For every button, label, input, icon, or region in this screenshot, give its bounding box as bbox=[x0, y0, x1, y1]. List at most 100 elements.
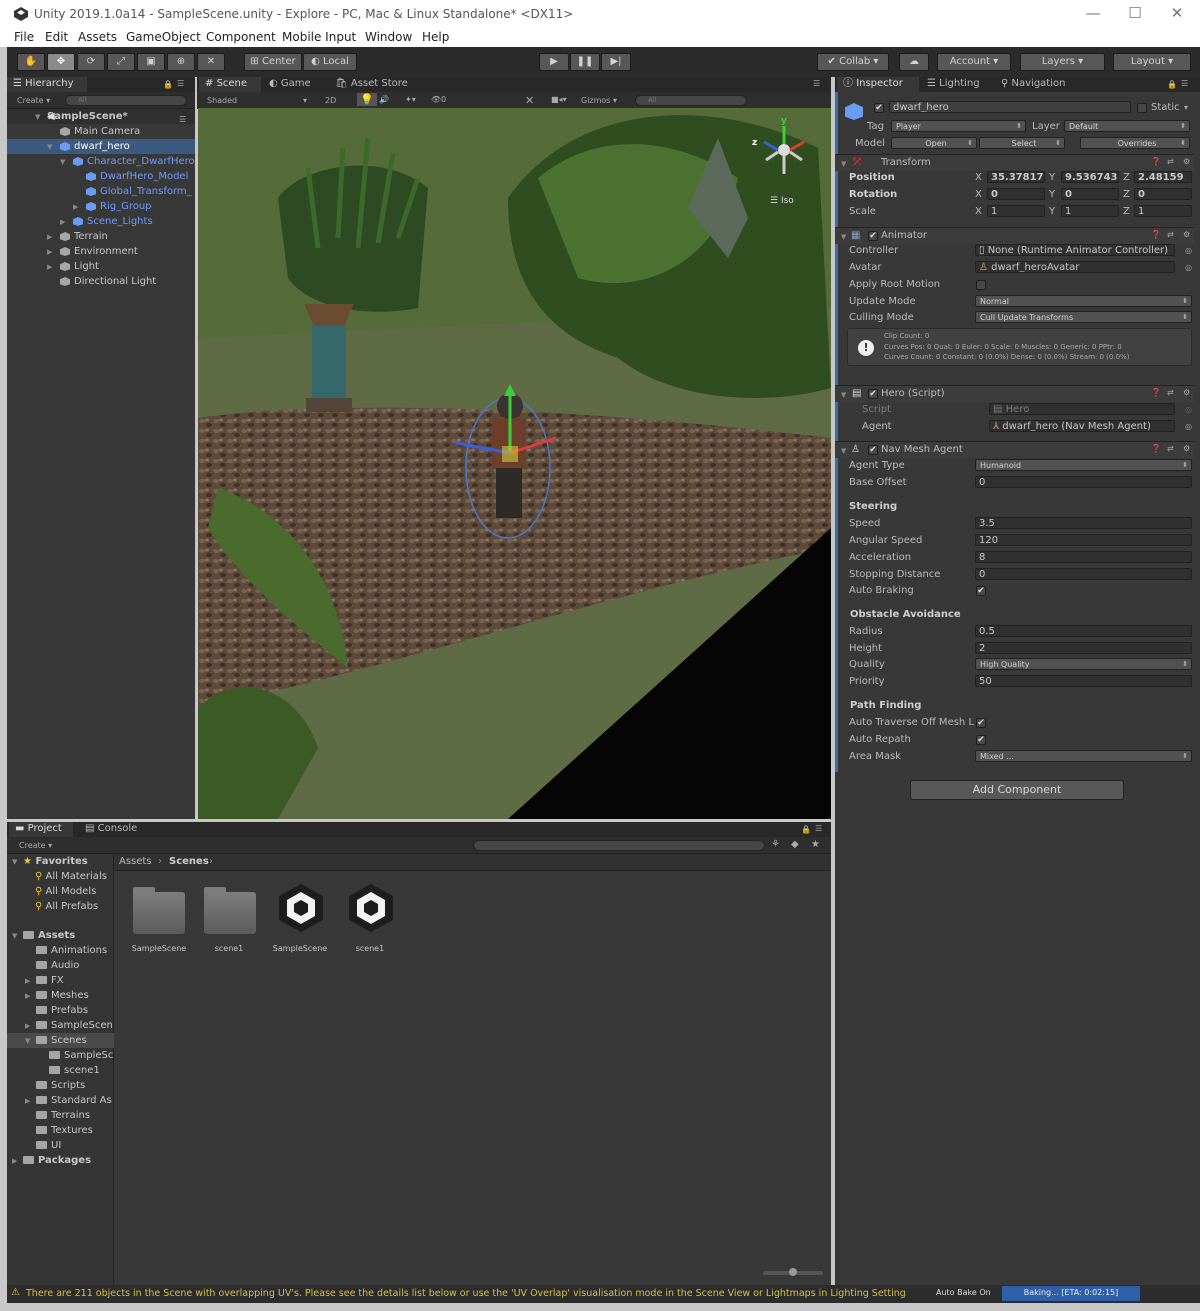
tab-navigation[interactable]: ⚲ Navigation bbox=[995, 77, 1075, 92]
fold-icon[interactable]: ▼ bbox=[25, 1037, 30, 1045]
help-icon[interactable]: ❓ bbox=[1151, 157, 1161, 166]
lock-icon[interactable]: 🔒 bbox=[801, 825, 811, 834]
rotation-x-field[interactable]: 0 bbox=[987, 188, 1045, 200]
object-picker-icon[interactable]: ◎ bbox=[1185, 263, 1192, 272]
2d-toggle[interactable]: 2D bbox=[325, 96, 336, 105]
fold-icon[interactable]: ▶ bbox=[25, 992, 30, 1000]
fold-icon[interactable]: ▶ bbox=[47, 263, 52, 271]
status-message[interactable]: There are 211 objects in the Scene with … bbox=[26, 1288, 906, 1299]
preset-icon[interactable]: ⇄ bbox=[1167, 230, 1174, 239]
folder-samplesc[interactable]: SampleSc bbox=[49, 1048, 113, 1063]
hand-tool-button[interactable]: ✋ bbox=[17, 53, 45, 71]
preset-icon[interactable]: ⇄ bbox=[1167, 157, 1174, 166]
icon-size-slider[interactable] bbox=[763, 1268, 823, 1276]
folder-textures[interactable]: Textures bbox=[36, 1123, 93, 1138]
lock-icon[interactable]: 🔒 bbox=[1167, 80, 1177, 89]
fold-icon[interactable]: ▼ bbox=[35, 113, 40, 121]
fold-icon[interactable]: ▶ bbox=[60, 218, 65, 226]
folder-standard-assets[interactable]: Standard As bbox=[36, 1093, 112, 1108]
baking-progress-bar[interactable]: Baking... [ETA: 0:02:15] bbox=[1002, 1286, 1140, 1301]
hierarchy-item-scene-lights[interactable]: Scene_Lights bbox=[87, 214, 153, 229]
tab-lighting[interactable]: ☰ Lighting bbox=[921, 77, 991, 92]
fold-icon[interactable]: ▶ bbox=[73, 203, 78, 211]
panel-menu-icon[interactable]: ☰ bbox=[813, 79, 820, 88]
asset-item[interactable]: scene1 bbox=[185, 874, 261, 964]
position-x-field[interactable]: 35.37817 bbox=[987, 171, 1045, 183]
add-component-button[interactable]: Add Component bbox=[910, 780, 1124, 800]
folder-prefabs[interactable]: Prefabs bbox=[36, 1003, 88, 1018]
folder-animations[interactable]: Animations bbox=[36, 943, 107, 958]
tools-icon[interactable]: ✕ bbox=[525, 94, 534, 107]
fold-icon[interactable]: ▶ bbox=[25, 977, 30, 985]
scale-y-field[interactable]: 1 bbox=[1061, 205, 1119, 217]
project-create-dropdown[interactable]: Create ▾ bbox=[19, 841, 52, 850]
menu-mobile-input[interactable]: Mobile Input bbox=[282, 30, 356, 44]
auto-braking-checkbox[interactable]: ✔ bbox=[976, 586, 986, 596]
object-picker-icon[interactable]: ◎ bbox=[1185, 422, 1192, 431]
priority-field[interactable]: 50 bbox=[975, 675, 1192, 687]
pivot-local-button[interactable]: ◐ Local bbox=[303, 53, 357, 71]
culling-mode-dropdown[interactable]: Cull Update Transforms bbox=[975, 311, 1192, 323]
transform-header[interactable]: ▼ ⤱ Transform ❓ ⇄ ⚙ bbox=[835, 154, 1194, 171]
scale-x-field[interactable]: 1 bbox=[987, 205, 1045, 217]
rotation-z-field[interactable]: 0 bbox=[1134, 188, 1192, 200]
fold-icon[interactable]: ▶ bbox=[12, 1157, 17, 1165]
gear-icon[interactable]: ⚙ bbox=[1183, 157, 1190, 166]
favorite-star-icon[interactable]: ★ bbox=[811, 839, 820, 850]
hierarchy-item-terrain[interactable]: Terrain bbox=[74, 229, 108, 244]
nav-mesh-agent-header[interactable]: ▼ ♙ ✔ Nav Mesh Agent ❓ ⇄ ⚙ bbox=[835, 441, 1194, 458]
quality-dropdown[interactable]: High Quality bbox=[975, 658, 1192, 670]
menu-edit[interactable]: Edit bbox=[45, 30, 68, 44]
area-mask-dropdown[interactable]: Mixed ... bbox=[975, 750, 1192, 762]
rect-tool-button[interactable]: ▣ bbox=[137, 53, 165, 71]
tab-console[interactable]: ▤ Console bbox=[79, 822, 149, 837]
layers-dropdown[interactable]: Layers ▾ bbox=[1020, 53, 1105, 71]
height-field[interactable]: 2 bbox=[975, 642, 1192, 654]
custom-tool-button[interactable]: ✕ bbox=[197, 53, 225, 71]
model-overrides-button[interactable]: Overrides bbox=[1080, 137, 1190, 149]
menu-component[interactable]: Component bbox=[206, 30, 276, 44]
fold-icon[interactable]: ▼ bbox=[12, 932, 17, 940]
menu-window[interactable]: Window bbox=[365, 30, 412, 44]
menu-file[interactable]: File bbox=[14, 30, 34, 44]
avatar-field[interactable]: ♙ dwarf_heroAvatar bbox=[975, 261, 1175, 273]
hierarchy-item-rig-group[interactable]: Rig_Group bbox=[100, 199, 152, 214]
hero-enabled-checkbox[interactable]: ✔ bbox=[868, 389, 878, 399]
rotate-tool-button[interactable]: ⟳ bbox=[77, 53, 105, 71]
layer-dropdown[interactable]: Default bbox=[1064, 120, 1190, 132]
favorites-header[interactable]: ★ Favorites bbox=[23, 854, 88, 869]
folder-fx[interactable]: FX bbox=[36, 973, 64, 988]
preset-icon[interactable]: ⇄ bbox=[1167, 444, 1174, 453]
menu-assets[interactable]: Assets bbox=[78, 30, 117, 44]
filter-label-icon[interactable]: ◆ bbox=[791, 839, 799, 850]
preset-icon[interactable]: ⇄ bbox=[1167, 388, 1174, 397]
auto-repath-checkbox[interactable]: ✔ bbox=[976, 735, 986, 745]
gear-icon[interactable]: ⚙ bbox=[1183, 230, 1190, 239]
scene-viewport[interactable]: y z ☰ Iso bbox=[198, 108, 831, 819]
maximize-button[interactable]: ☐ bbox=[1115, 4, 1155, 22]
cloud-button[interactable]: ☁ bbox=[899, 53, 929, 71]
object-picker-icon[interactable]: ◎ bbox=[1185, 246, 1192, 255]
breadcrumb-assets[interactable]: Assets bbox=[119, 856, 152, 867]
controller-field[interactable]: ▯ None (Runtime Animator Controller) bbox=[975, 244, 1175, 256]
lock-icon[interactable]: 🔒 bbox=[163, 80, 173, 89]
asset-item[interactable]: SampleScene bbox=[263, 874, 339, 964]
folder-terrains[interactable]: Terrains bbox=[36, 1108, 90, 1123]
fold-icon[interactable]: ▼ bbox=[60, 158, 65, 166]
acceleration-field[interactable]: 8 bbox=[975, 551, 1192, 563]
projection-label[interactable]: ☰ Iso bbox=[770, 196, 794, 206]
static-checkbox[interactable] bbox=[1137, 103, 1147, 113]
play-button[interactable]: ▶ bbox=[539, 53, 569, 71]
auto-traverse-checkbox[interactable]: ✔ bbox=[976, 718, 986, 728]
project-search-input[interactable] bbox=[473, 840, 765, 851]
object-name-field[interactable]: dwarf_hero bbox=[889, 101, 1131, 113]
update-mode-dropdown[interactable]: Normal bbox=[975, 295, 1192, 307]
speed-field[interactable]: 3.5 bbox=[975, 517, 1192, 529]
folder-scripts[interactable]: Scripts bbox=[36, 1078, 85, 1093]
help-icon[interactable]: ❓ bbox=[1151, 388, 1161, 397]
layout-dropdown[interactable]: Layout ▾ bbox=[1113, 53, 1191, 71]
hierarchy-item-model[interactable]: DwarfHero_Model bbox=[100, 169, 188, 184]
position-y-field[interactable]: 9.536743e bbox=[1061, 171, 1119, 183]
transform-tool-button[interactable]: ⊕ bbox=[167, 53, 195, 71]
folder-samplescene[interactable]: SampleScen bbox=[36, 1018, 113, 1033]
